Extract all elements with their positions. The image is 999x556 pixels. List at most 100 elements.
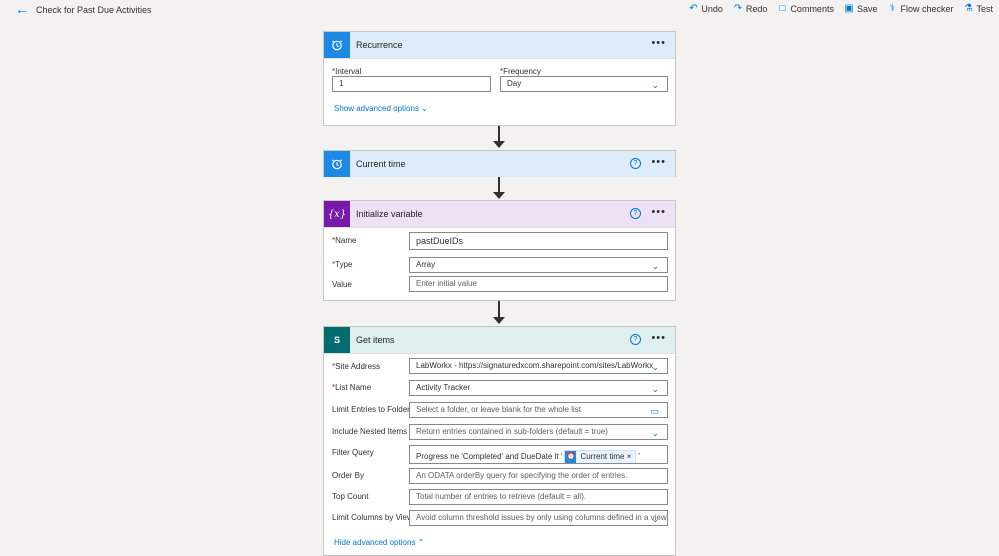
chevron-down-icon: ⌄ — [651, 428, 659, 438]
top-count-field[interactable]: Total number of entries to retrieve (def… — [409, 489, 668, 505]
undo-icon: ↶ — [689, 3, 698, 14]
recurrence-header[interactable]: Recurrence ••• — [324, 32, 675, 59]
nested-items-label: Include Nested Items — [332, 427, 408, 436]
connector-arrow-icon — [493, 192, 505, 199]
value-field[interactable]: Enter initial value — [409, 276, 668, 292]
variable-name-field[interactable]: pastDueIDs — [409, 232, 668, 250]
save-button[interactable]: ▣ Save — [844, 3, 878, 14]
save-label: Save — [856, 3, 878, 14]
value-label: Value — [332, 280, 352, 289]
frequency-value: Day — [507, 79, 522, 88]
nested-items-placeholder: Return entries contained in sub-folders … — [416, 427, 608, 436]
interval-value: 1 — [339, 79, 344, 88]
flow-checker-label: Flow checker — [900, 3, 954, 14]
variable-name-value: pastDueIDs — [416, 236, 464, 246]
recurrence-card: Recurrence ••• *Interval 1 *Frequency Da… — [323, 31, 676, 126]
current-time-header[interactable]: Current time ? ••• — [324, 151, 675, 177]
alarm-clock-icon — [324, 151, 350, 177]
hide-advanced-label: Hide advanced options — [334, 538, 416, 547]
undo-button[interactable]: ↶ Undo — [688, 3, 723, 14]
interval-label: *Interval — [332, 67, 361, 76]
top-count-placeholder: Total number of entries to retrieve (def… — [416, 492, 587, 501]
current-time-card: Current time ? ••• — [323, 150, 676, 177]
more-options-icon[interactable]: ••• — [651, 37, 666, 49]
site-address-label: *Site Address — [332, 362, 380, 371]
comment-icon: □ — [779, 3, 786, 14]
redo-button[interactable]: ↷ Redo — [733, 3, 768, 14]
type-label-text: Type — [335, 260, 353, 269]
initialize-variable-card: {x} Initialize variable ? ••• *Name past… — [323, 200, 676, 301]
type-value: Array — [416, 260, 436, 269]
save-icon: ▣ — [844, 3, 854, 14]
hide-advanced-options-link[interactable]: Hide advanced options ⌃ — [334, 538, 424, 547]
variable-icon: {x} — [324, 201, 350, 227]
flask-icon: ⚗ — [964, 3, 973, 14]
filter-query-suffix: ' — [638, 452, 640, 461]
limit-folder-field[interactable]: Select a folder, or leave blank for the … — [409, 402, 668, 418]
frequency-label-text: Frequency — [503, 67, 541, 76]
limit-view-dropdown[interactable]: Avoid column threshold issues by only us… — [409, 510, 668, 526]
connector-line — [498, 301, 500, 318]
chevron-down-icon: ⌄ — [651, 261, 659, 271]
get-items-header[interactable]: S Get items ? ••• — [324, 327, 675, 354]
name-label: *Name — [332, 236, 356, 245]
undo-label: Undo — [701, 3, 723, 14]
nested-items-dropdown[interactable]: Return entries contained in sub-folders … — [409, 424, 668, 440]
list-name-value: Activity Tracker — [416, 383, 471, 392]
help-icon[interactable]: ? — [630, 208, 641, 219]
sharepoint-icon: S — [324, 327, 350, 353]
list-name-dropdown[interactable]: Activity Tracker ⌄ — [409, 380, 668, 396]
value-placeholder: Enter initial value — [416, 279, 477, 288]
help-icon[interactable]: ? — [630, 158, 641, 169]
chevron-down-icon: ⌄ — [651, 362, 659, 372]
current-time-token[interactable]: ⏰ Current time × — [564, 449, 637, 463]
alarm-clock-icon — [324, 32, 350, 58]
more-options-icon[interactable]: ••• — [651, 206, 666, 218]
initialize-variable-header[interactable]: {x} Initialize variable ? ••• — [324, 201, 675, 228]
type-dropdown[interactable]: Array ⌄ — [409, 257, 668, 273]
more-options-icon[interactable]: ••• — [651, 156, 666, 168]
frequency-dropdown[interactable]: Day ⌄ — [500, 76, 668, 92]
toolbar: ↶ Undo ↷ Redo □ Comments ▣ Save ⚕ Flow checke… — [688, 3, 993, 14]
frequency-label: *Frequency — [500, 67, 541, 76]
test-button[interactable]: ⚗ Test — [963, 3, 993, 14]
redo-label: Redo — [745, 3, 768, 14]
token-label: Current time — [580, 451, 625, 461]
name-label-text: Name — [335, 236, 357, 245]
site-address-value: LabWorkx - https://signaturedxcom.sharep… — [416, 361, 654, 370]
initialize-variable-title: Initialize variable — [356, 209, 423, 219]
interval-field[interactable]: 1 — [332, 76, 491, 92]
recurrence-title: Recurrence — [356, 40, 403, 50]
filter-query-label: Filter Query — [332, 448, 374, 457]
chevron-down-icon: ⌄ — [651, 514, 659, 524]
show-advanced-options-link[interactable]: Show advanced options ⌄ — [334, 104, 428, 113]
connector-line — [498, 177, 500, 193]
current-time-title: Current time — [356, 159, 406, 169]
close-icon[interactable]: × — [627, 452, 632, 461]
folder-icon[interactable]: ▭ — [650, 404, 659, 417]
comments-button[interactable]: □ Comments — [777, 3, 834, 14]
order-by-placeholder: An ODATA orderBy query for specifying th… — [416, 471, 628, 480]
type-label: *Type — [332, 260, 352, 269]
top-bar: ← Check for Past Due Activities ↶ Undo ↷ R… — [0, 0, 999, 19]
more-options-icon[interactable]: ••• — [651, 332, 666, 344]
stethoscope-icon: ⚕ — [889, 3, 896, 14]
filter-query-field[interactable]: Progress ne 'Completed' and DueDate lt '… — [409, 445, 668, 464]
site-address-dropdown[interactable]: LabWorkx - https://signaturedxcom.sharep… — [409, 358, 668, 374]
limit-folder-placeholder: Select a folder, or leave blank for the … — [416, 405, 581, 414]
connector-arrow-icon — [493, 317, 505, 324]
flow-checker-button[interactable]: ⚕ Flow checker — [887, 3, 954, 14]
limit-view-label: Limit Columns by View — [332, 513, 413, 522]
chevron-down-icon: ⌄ — [651, 80, 659, 90]
help-icon[interactable]: ? — [630, 334, 641, 345]
limit-folder-label: Limit Entries to Folder — [332, 405, 410, 414]
get-items-title: Get items — [356, 335, 395, 345]
interval-label-text: Interval — [335, 67, 362, 76]
list-name-label-text: List Name — [335, 383, 372, 392]
flow-title: Check for Past Due Activities — [36, 5, 152, 15]
back-arrow-icon[interactable]: ← — [15, 2, 29, 16]
order-by-field[interactable]: An ODATA orderBy query for specifying th… — [409, 468, 668, 484]
list-name-label: *List Name — [332, 383, 371, 392]
site-address-label-text: Site Address — [335, 362, 381, 371]
chevron-down-icon: ⌄ — [651, 384, 659, 394]
